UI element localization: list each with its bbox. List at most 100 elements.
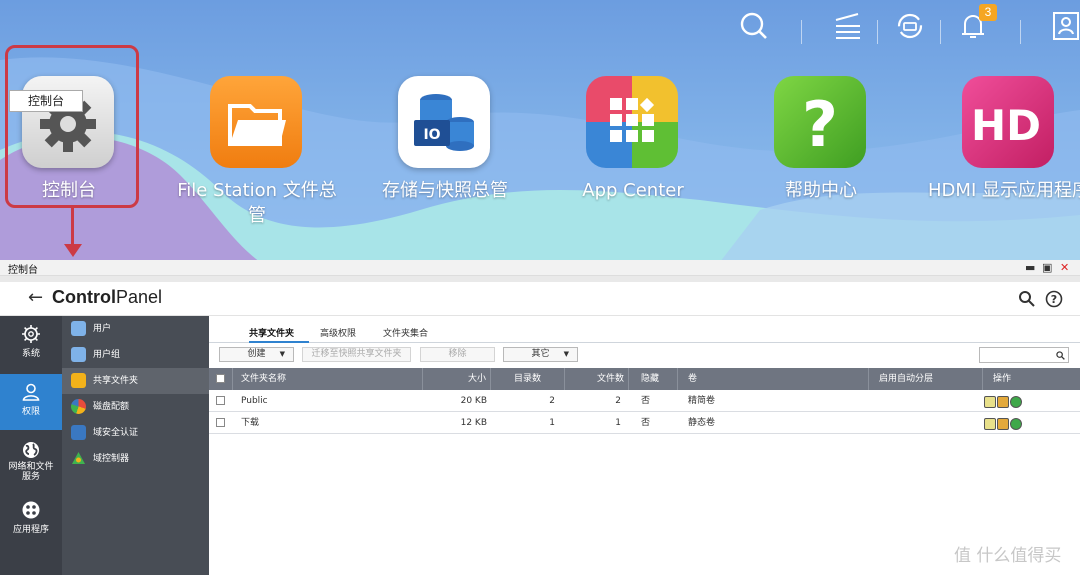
shared-folder-icon [71, 373, 86, 388]
subnav-item-user-groups[interactable]: 用户组 [62, 342, 209, 368]
header-folder-name[interactable]: 文件夹名称 [233, 368, 423, 390]
sidebar-label: 权限 [21, 407, 40, 417]
sidebar-label: 应用程序 [12, 525, 49, 535]
app-label: 存储与快照总管 [382, 180, 508, 201]
svg-text:?: ? [802, 88, 838, 161]
apps-icon [22, 501, 40, 519]
hd-icon: HD [962, 76, 1054, 168]
subnav-item-domain-controller[interactable]: 域控制器 [62, 446, 209, 472]
sidebar-item-system[interactable]: 系统 [0, 316, 62, 372]
cell-hidden: 否 [641, 418, 651, 428]
app-grid-icon [586, 76, 678, 168]
maximize-icon[interactable]: ▣ [1042, 261, 1052, 275]
back-arrow-icon[interactable]: ← [28, 287, 43, 308]
table-header: 文件夹名称 大小 目录数 文件数 隐藏 卷 启用自动分层 操作 [209, 368, 1080, 390]
gear-icon [22, 325, 40, 343]
subnav-label: 域控制器 [93, 454, 130, 464]
group-icon [71, 347, 86, 362]
notification-badge: 3 [979, 4, 997, 21]
subnav-label: 共享文件夹 [93, 376, 139, 386]
header-dirs[interactable]: 目录数 [491, 368, 565, 390]
subnav-label: 域安全认证 [93, 428, 139, 438]
header-files[interactable]: 文件数 [565, 368, 629, 390]
help-icon[interactable]: ? [1045, 290, 1063, 308]
sidebar-item-network[interactable]: 网络和文件服务 [0, 432, 62, 496]
header-size[interactable]: 大小 [423, 368, 491, 390]
app-app-center[interactable]: App Center [548, 76, 718, 256]
sync-icon[interactable] [892, 8, 928, 44]
search-icon[interactable] [1018, 290, 1036, 308]
remove-button[interactable]: 移除 [420, 347, 495, 362]
primary-sidebar: 系统 权限 网络和文件服务 应用程序 [0, 316, 62, 575]
header-hidden[interactable]: 隐藏 [629, 368, 678, 390]
row-actions [984, 415, 1023, 431]
permissions-icon[interactable] [997, 396, 1009, 408]
cell-hidden: 否 [641, 396, 651, 406]
header-auto-tiering[interactable]: 启用自动分层 [869, 368, 983, 390]
edit-icon[interactable] [984, 418, 996, 430]
person-icon [22, 383, 40, 401]
tasks-icon[interactable] [830, 8, 866, 44]
separator [801, 20, 802, 44]
subnav-item-shared-folders[interactable]: 共享文件夹 [62, 368, 209, 394]
cell-files: 2 [615, 396, 621, 406]
secondary-sidebar: 用户 用户组 共享文件夹 磁盘配额 域安全认证 域控制器 [62, 316, 209, 575]
refresh-icon[interactable] [1010, 396, 1022, 408]
active-tab-indicator [249, 341, 309, 343]
other-dropdown[interactable]: 其它 ▼ [503, 347, 578, 362]
tab-folder-aggregation[interactable]: 文件夹集合 [383, 326, 428, 339]
cell-dirs: 1 [549, 418, 555, 428]
table-row[interactable]: 下载 12 KB 1 1 否 静态卷 [209, 412, 1080, 434]
refresh-icon[interactable] [1010, 418, 1022, 430]
controller-icon [72, 452, 85, 464]
subnav-item-domain-security[interactable]: 域安全认证 [62, 420, 209, 446]
create-label: 创建 [247, 349, 266, 359]
svg-text:?: ? [1051, 293, 1057, 306]
header-actions: 操作 [993, 374, 1012, 384]
app-title: ControlPanel [52, 287, 162, 308]
app-label: App Center [582, 180, 684, 201]
subnav-item-disk-quota[interactable]: 磁盘配额 [62, 394, 209, 420]
cell-folder-name: Public [241, 396, 268, 406]
app-title-bold: Control [52, 287, 116, 307]
tab-advanced-permissions[interactable]: 高级权限 [320, 326, 356, 339]
minimize-icon[interactable]: ▬ [1025, 261, 1035, 275]
user-icon[interactable] [1048, 8, 1080, 44]
app-hdmi-display[interactable]: HD HDMI 显示应用程序 [924, 76, 1080, 256]
select-all-checkbox[interactable] [216, 374, 225, 383]
permissions-icon[interactable] [997, 418, 1009, 430]
search-icon [1056, 351, 1065, 360]
close-icon[interactable]: ✕ [1060, 261, 1069, 275]
migrate-button[interactable]: 迁移至快照共享文件夹 [302, 347, 411, 362]
cell-volume: 静态卷 [688, 418, 716, 428]
tab-divider [209, 342, 1080, 343]
subnav-item-users[interactable]: 用户 [62, 316, 209, 342]
header-checkbox-cell [209, 368, 233, 390]
app-label: File Station 文件总管 [177, 180, 337, 226]
sidebar-item-applications[interactable]: 应用程序 [0, 492, 62, 548]
cell-folder-name: 下载 [241, 418, 260, 428]
row-checkbox[interactable] [216, 418, 225, 427]
app-file-station[interactable]: File Station 文件总管 [172, 76, 342, 256]
table-row[interactable]: Public 20 KB 2 2 否 精简卷 [209, 390, 1080, 412]
row-checkbox[interactable] [216, 396, 225, 405]
create-dropdown[interactable]: 创建 ▼ [219, 347, 294, 362]
tab-shared-folders[interactable]: 共享文件夹 [249, 326, 294, 339]
search-input[interactable] [979, 347, 1069, 363]
header-volume[interactable]: 卷 [678, 368, 869, 390]
quota-icon [71, 399, 86, 414]
edit-icon[interactable] [984, 396, 996, 408]
svg-text:IO: IO [423, 127, 440, 143]
cell-volume: 精简卷 [688, 396, 716, 406]
svg-text:HD: HD [971, 101, 1041, 150]
app-label: HDMI 显示应用程序 [928, 180, 1080, 201]
search-icon[interactable] [736, 8, 772, 44]
sidebar-item-permissions[interactable]: 权限 [0, 374, 62, 430]
app-storage-snapshots[interactable]: IO 存储与快照总管 [360, 76, 530, 256]
app-help-center[interactable]: ? 帮助中心 [736, 76, 906, 256]
desktop: 3 控制台 File Station 文件总管 IO 存储与快照总管 App C… [0, 0, 1080, 262]
watermark: 值 什么值得买 [954, 546, 1062, 566]
arrow-line [71, 208, 74, 248]
window-titlebar[interactable]: 控制台 ▬ ▣ ✕ [0, 260, 1080, 276]
storage-icon: IO [398, 76, 490, 168]
